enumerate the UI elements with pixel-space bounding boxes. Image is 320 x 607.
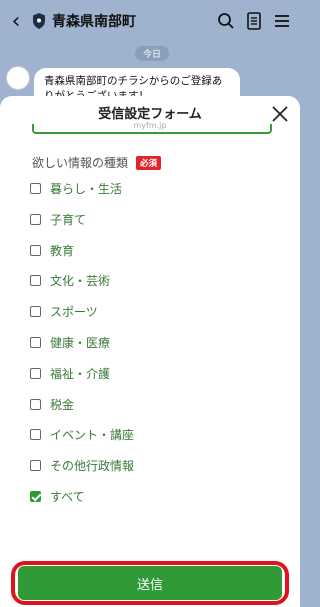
option-label: 子育て — [50, 212, 87, 227]
back-button[interactable]: ‹ — [0, 9, 32, 34]
notes-icon — [247, 12, 261, 30]
settings-form-sheet: 受信設定フォーム myfm.jp 欲しい情報の種類 必須 暮らし・生活 子育て教育… — [0, 96, 300, 607]
sheet-title: 受信設定フォーム — [98, 107, 202, 122]
search-button[interactable] — [212, 7, 240, 35]
option-label: すべて — [50, 490, 85, 504]
sheet-header: 受信設定フォーム myfm.jp — [0, 96, 300, 136]
option-2[interactable]: 教育 — [30, 242, 74, 259]
close-icon[interactable] — [270, 104, 290, 124]
option-label: 教育 — [50, 243, 75, 258]
info-type-label: 欲しい情報の種類 必須 — [32, 154, 162, 171]
checkbox[interactable] — [30, 244, 41, 256]
date-separator: 今日 — [135, 46, 170, 61]
checkbox[interactable] — [30, 460, 41, 472]
option-8[interactable]: イベント・講座 — [30, 426, 134, 443]
option-4[interactable]: スポーツ — [30, 303, 98, 320]
avatar[interactable] — [6, 66, 30, 90]
checkbox[interactable] — [30, 275, 41, 287]
checkbox[interactable] — [30, 183, 41, 194]
previous-field[interactable] — [32, 124, 272, 134]
checkbox[interactable] — [30, 367, 41, 379]
required-badge: 必須 — [136, 155, 162, 170]
menu-button[interactable] — [268, 7, 296, 35]
section-label-text: 欲しい情報の種類 — [32, 156, 129, 170]
checkbox[interactable] — [30, 337, 41, 348]
chat-title: 青森県南部町 — [52, 14, 136, 30]
search-icon — [218, 13, 234, 29]
submit-button[interactable]: 送信 — [18, 566, 282, 600]
shield-icon — [33, 13, 45, 29]
option-1[interactable]: 子育て — [30, 211, 86, 228]
checkbox[interactable] — [30, 491, 41, 502]
checkbox[interactable] — [30, 429, 41, 441]
option-9[interactable]: その他行政情報 — [30, 457, 134, 474]
app-bar: ‹ 青森県南部町 — [0, 0, 300, 42]
option-label: 健康・医療 — [50, 336, 111, 350]
menu-icon — [275, 15, 289, 27]
option-3[interactable]: 文化・芸術 — [30, 272, 110, 289]
option-label: 税金 — [50, 397, 75, 412]
checkbox[interactable] — [30, 306, 41, 318]
option-label: スポーツ — [50, 305, 98, 320]
option-label: 福祉・介護 — [50, 366, 111, 381]
notes-button[interactable] — [240, 7, 268, 35]
option-5[interactable]: 健康・医療 — [30, 334, 110, 351]
option-6[interactable]: 福祉・介護 — [30, 365, 110, 382]
checkbox[interactable] — [30, 213, 41, 225]
option-7[interactable]: 税金 — [30, 396, 74, 413]
option-label: イベント・講座 — [50, 428, 135, 443]
option-label: 文化・芸術 — [50, 274, 111, 289]
option-10[interactable]: すべて — [30, 488, 85, 505]
option-label: その他行政情報 — [50, 459, 135, 474]
option-0[interactable]: 暮らし・生活 — [30, 180, 122, 197]
option-label: 暮らし・生活 — [50, 182, 123, 196]
checkbox[interactable] — [30, 398, 41, 410]
